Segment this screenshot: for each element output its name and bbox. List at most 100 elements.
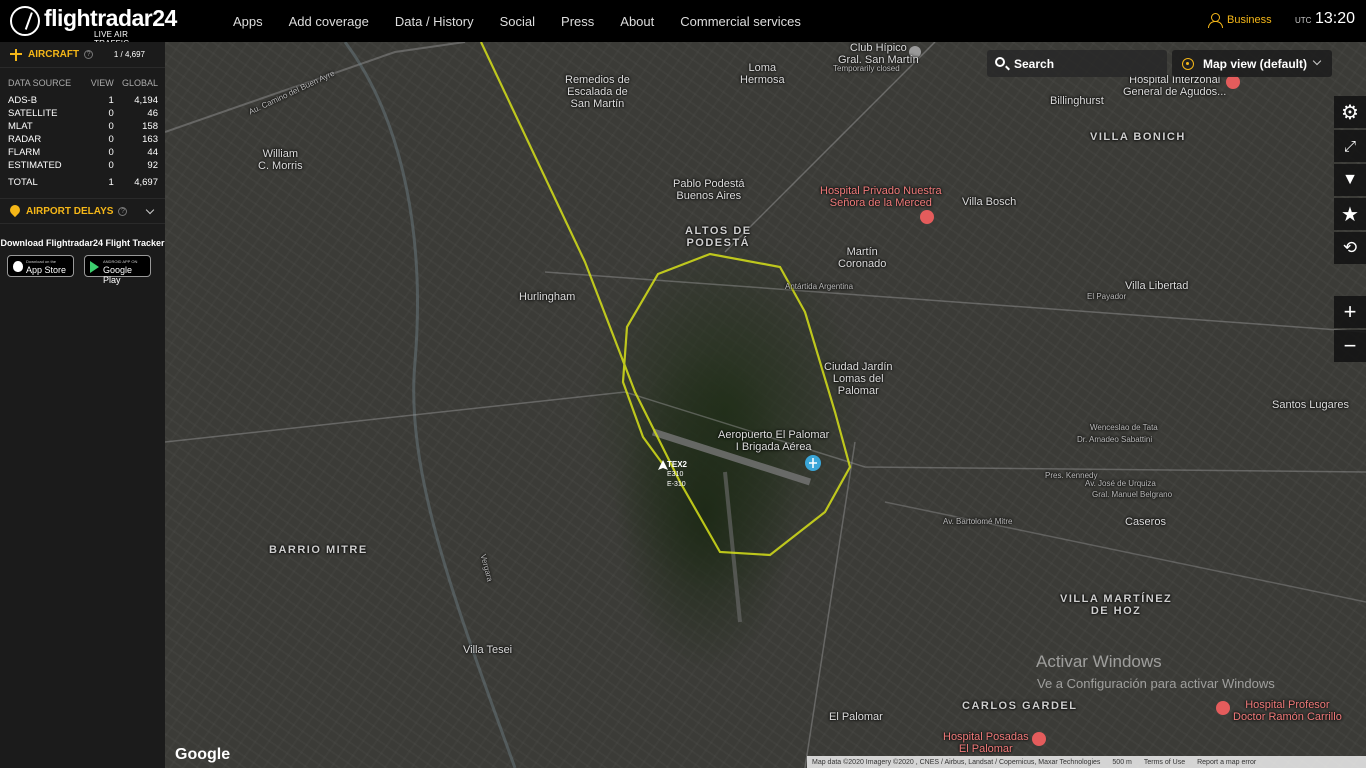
help-icon[interactable]: ? [84,50,94,59]
view-cell: 0 [108,121,114,132]
place-label: ALTOS DE PODESTÁ [685,225,752,249]
place-label: CARLOS GARDEL [962,700,1078,712]
playback-button[interactable]: ⟲ [1334,232,1366,264]
place-label: Loma Hermosa [740,62,785,86]
global-cell: 92 [147,160,158,171]
radar-logo-icon [10,6,40,36]
aircraft-callsign-label[interactable]: TEX2 E310 E-310 [667,460,687,490]
airplane-icon [10,48,22,61]
business-label: Business [1227,14,1272,26]
aircraft-section-header[interactable]: AIRCRAFT ? 1 / 4,697 [0,42,165,68]
search-box[interactable]: Search [987,50,1167,77]
windows-activation-watermark: Activar Windows Ve a Configuración para … [1036,652,1275,691]
taxiway [723,471,742,623]
place-label: Hurlingham [519,291,576,303]
global-cell: 46 [147,108,158,119]
nav-press[interactable]: Press [561,14,594,29]
flightradar24-logo[interactable]: flightradar24 LIVE AIR TRAFFIC [10,4,177,48]
terms-link[interactable]: Terms of Use [1144,759,1185,766]
place-label: Santos Lugares [1272,399,1350,411]
airport-delays-title: AIRPORT DELAYS [26,205,114,217]
scale-label[interactable]: 500 m [1112,759,1131,766]
nav-commercial-services[interactable]: Commercial services [680,14,801,29]
map-canvas[interactable]: Remedios de Escalada de San Martín Loma Her… [165,42,1366,768]
place-label: Billinghurst [1050,95,1104,107]
place-label: Hospital Interzonal General de Agudos... [1123,74,1227,98]
appstore-small-text: Download on the [26,259,57,264]
business-account-link[interactable]: Business [1208,13,1272,28]
view-cell: 1 [108,95,114,106]
googleplay-small-text: ANDROID APP ON [103,259,138,264]
table-row: FLARM 0 44 [8,146,158,159]
view-cell: 1 [108,177,114,188]
place-label: Villa Bosch [962,196,1017,208]
nav-data-history[interactable]: Data / History [395,14,474,29]
googleplay-label: Google Play [103,265,133,285]
top-bar: flightradar24 LIVE AIR TRAFFIC Apps Add … [0,0,1366,48]
airport-delays-header[interactable]: AIRPORT DELAYS ? [0,198,165,224]
location-pin-icon [10,205,20,217]
filter-button[interactable]: ▼ [1334,164,1366,196]
global-cell: 44 [147,147,158,158]
table-row: ESTIMATED 0 92 [8,159,158,172]
place-label: BARRIO MITRE [269,544,368,556]
view-cell: 0 [108,147,114,158]
column-header: DATA SOURCE [8,78,72,88]
road-label: Wenceslao de Tata [1090,423,1158,432]
place-label: Villa Libertad [1125,280,1189,292]
global-cell: 158 [142,121,158,132]
favorites-button[interactable]: ★ [1334,198,1366,230]
utc-clock: 13:20 [1315,10,1356,27]
place-label: El Palomar [829,711,883,723]
hospital-icon[interactable] [1216,701,1230,715]
settings-button[interactable]: ⚙ [1334,96,1366,128]
zoom-out-button[interactable]: − [1334,330,1366,362]
nav-about[interactable]: About [620,14,654,29]
map-view-dropdown[interactable]: Map view (default) [1172,50,1332,77]
google-logo: Google [175,746,231,763]
report-error-link[interactable]: Report a map error [1197,759,1256,766]
zoom-out-icon: − [1343,333,1357,358]
source-cell: MLAT [8,121,33,132]
attribution-text: Map data ©2020 Imagery ©2020 , CNES / Ai… [812,758,1101,766]
nav-add-coverage[interactable]: Add coverage [289,14,369,29]
total-row: TOTAL 1 4,697 [8,172,158,188]
view-cell: 0 [108,160,114,171]
table-row: MLAT 0 158 [8,120,158,133]
road-label: Av. Bartolomé Mitre [943,517,1013,526]
help-icon[interactable]: ? [118,206,128,216]
callsign: TEX2 [667,460,688,469]
aircraft-count: 1 / 4,697 [113,50,145,59]
global-cell: 4,194 [134,95,158,106]
aircraft-model: E-310 [667,481,686,488]
source-cell: SATELLITE [8,108,58,119]
place-label: Aeropuerto El Palomar I Brigada Aérea [718,429,830,453]
zoom-in-button[interactable]: + [1334,296,1366,328]
app-store-button[interactable]: Download on the App Store [7,255,74,277]
user-icon [1208,13,1223,28]
filter-icon: ▼ [1342,171,1358,188]
road-label: Gral. Manuel Belgrano [1092,490,1173,499]
chevron-down-icon[interactable] [145,205,155,215]
place-label: Hospital Posadas El Palomar [943,731,1029,755]
hospital-icon[interactable] [1032,732,1046,746]
global-cell: 163 [142,134,158,145]
store-buttons: Download on the App Store ANDROID APP ON… [7,255,165,285]
map-attribution-bar: Map data ©2020 Imagery ©2020 , CNES / Ai… [807,756,1366,768]
hospital-icon[interactable] [1226,75,1240,89]
google-play-button[interactable]: ANDROID APP ON Google Play [84,255,151,285]
apple-icon [13,261,23,272]
nav-apps[interactable]: Apps [233,14,263,29]
nav-social[interactable]: Social [500,14,535,29]
watermark-title: Activar Windows [1036,652,1162,671]
table-row: RADAR 0 163 [8,133,158,146]
download-title: Download Flightradar24 Flight Tracker [0,238,165,248]
rail-line [544,271,1366,333]
view-cell: 0 [108,134,114,145]
road-label: Antártida Argentina [785,282,854,291]
fullscreen-button[interactable]: ⤢ [1334,130,1366,162]
hospital-icon[interactable] [920,210,934,224]
place-label: Pablo Podestá Buenos Aires [673,178,745,202]
column-header: VIEW [90,78,114,88]
view-cell: 0 [108,108,114,119]
